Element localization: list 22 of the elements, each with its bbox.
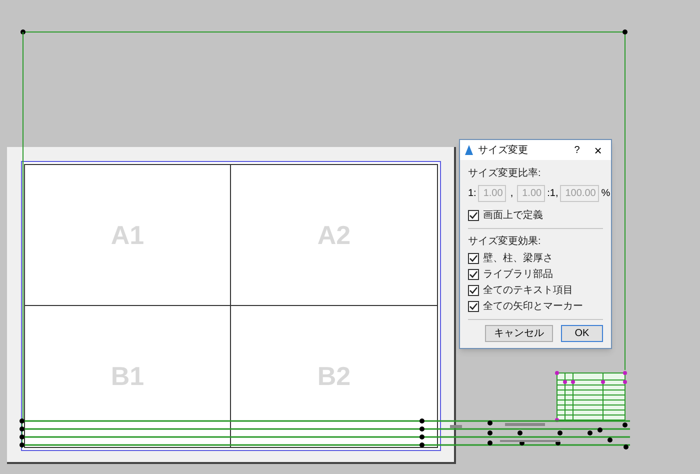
window-title: サイズ変更 — [478, 144, 529, 158]
checkbox[interactable] — [468, 284, 479, 296]
checkbox[interactable] — [468, 252, 479, 264]
ratio-separator: , — [509, 186, 514, 200]
checkbox-label: 画面上で定義 — [483, 208, 543, 222]
checkbox-label: 全ての矢印とマーカー — [483, 300, 583, 314]
checkbox-label: 壁、柱、梁厚さ — [483, 252, 553, 266]
app-icon — [464, 144, 474, 156]
section-label: サイズ変更比率: — [468, 166, 542, 181]
dialog-button[interactable]: キャンセル — [485, 325, 553, 342]
checkbox[interactable] — [468, 268, 479, 280]
checkbox[interactable] — [468, 300, 479, 312]
close-button[interactable]: × — [589, 144, 607, 156]
section-label: サイズ変更効果: — [468, 234, 542, 249]
checkbox-label: ライブラリ部品 — [483, 268, 553, 282]
percent-sign: % — [601, 186, 610, 200]
dialog-button[interactable]: OK — [561, 325, 603, 342]
ratio-separator: :1, — [547, 186, 558, 200]
checkbox[interactable] — [468, 210, 479, 220]
ratio-prefix: 1: — [468, 186, 476, 200]
checkbox-label: 全てのテキスト項目 — [483, 284, 573, 298]
help-button[interactable]: ? — [569, 142, 585, 158]
